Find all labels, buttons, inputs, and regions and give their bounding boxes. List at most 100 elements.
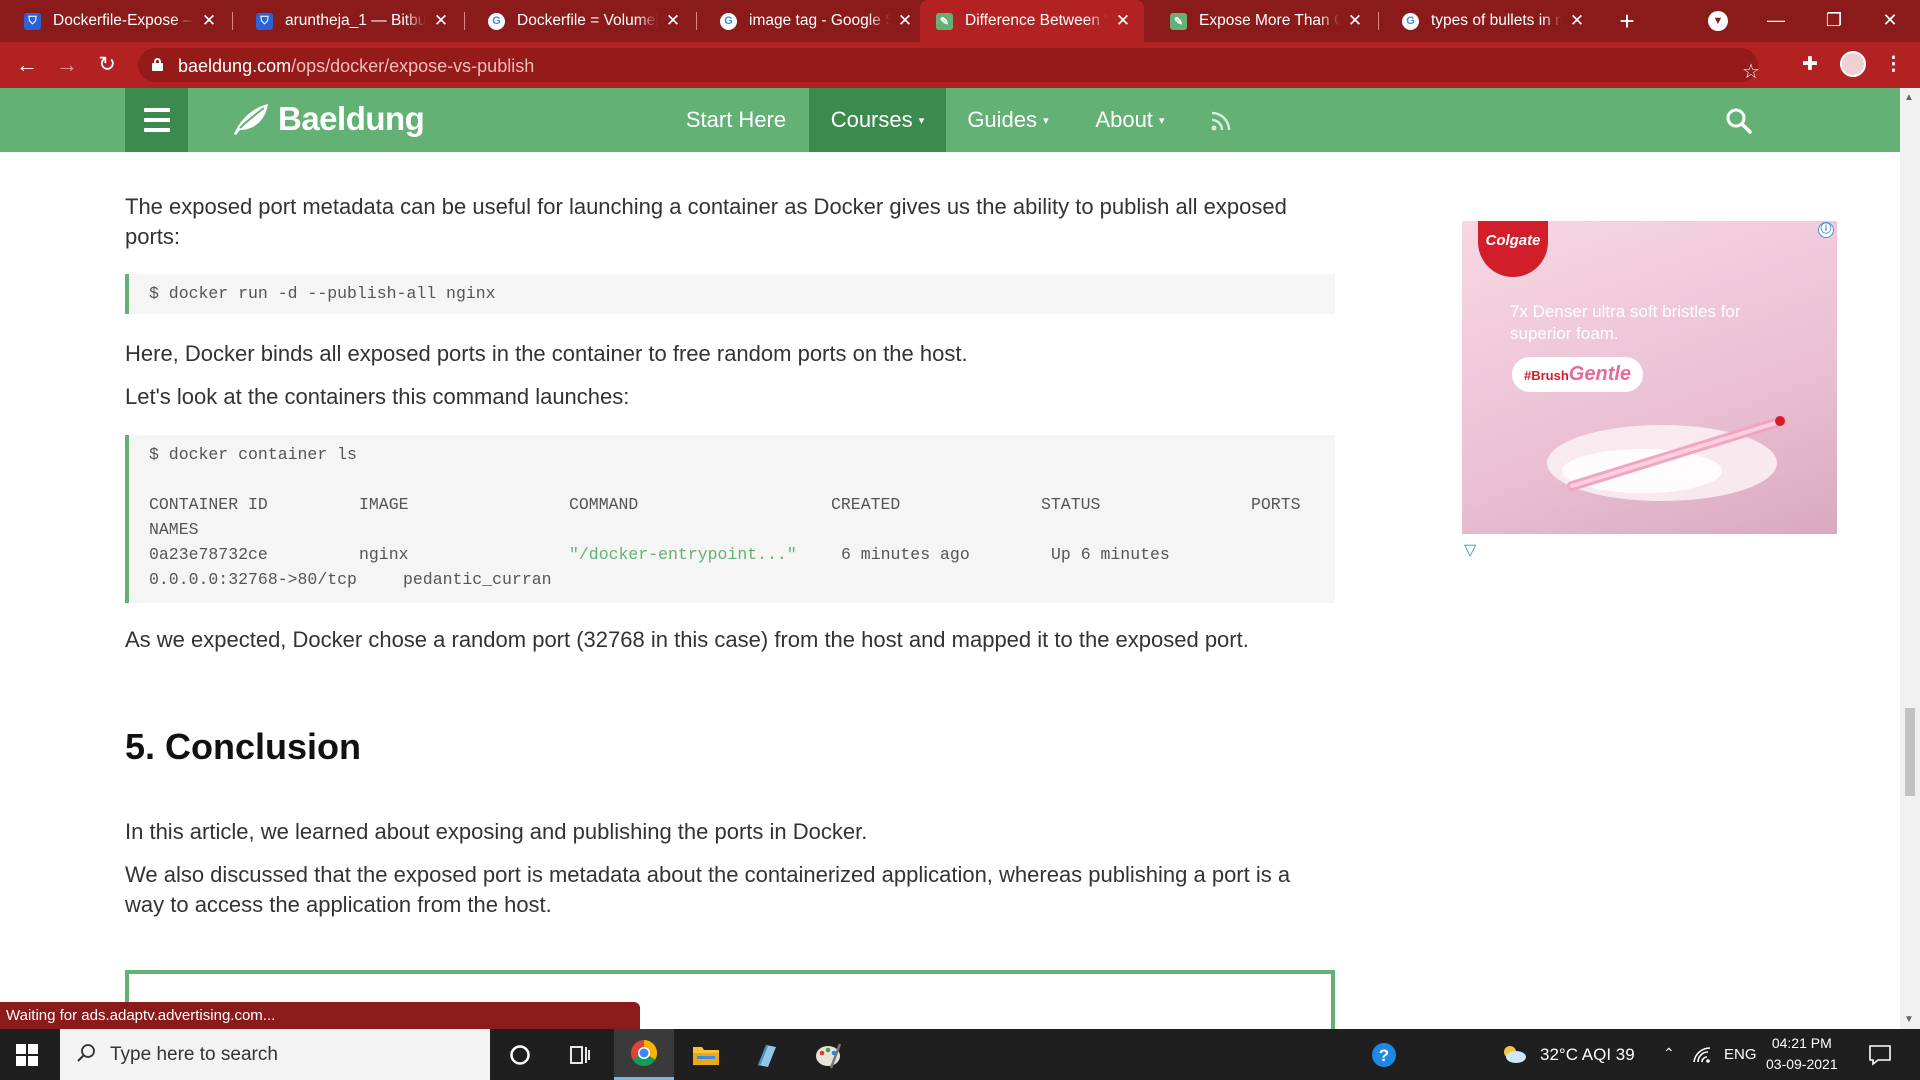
chevron-down-icon: ▾ <box>1159 115 1165 128</box>
tab-title: Expose More Than One <box>1199 12 1340 29</box>
browser-tab[interactable]: ⛉ aruntheja_1 — Bitbucket ✕ <box>232 0 462 42</box>
hamburger-menu-icon[interactable] <box>125 88 188 152</box>
clock-date: 03-09-2021 <box>1766 1056 1838 1072</box>
taskbar-search-placeholder: Type here to search <box>110 1044 278 1065</box>
restore-icon[interactable]: ❐ <box>1806 0 1862 42</box>
code-cell: 0a23e78732ce <box>149 545 268 564</box>
baeldung-leaf-logo-icon[interactable] <box>230 102 270 136</box>
system-clock[interactable]: 04:21 PM 03-09-2021 <box>1766 1033 1838 1075</box>
chevron-up-icon[interactable]: ⌃ <box>1663 1045 1675 1062</box>
ad-hashtag: #BrushGentle <box>1512 357 1644 392</box>
cortana-icon[interactable] <box>490 1029 550 1080</box>
close-tab-icon[interactable]: ✕ <box>1114 11 1132 31</box>
windows-taskbar: Type here to search ? 32°C AQI 39 ⌃ ENG … <box>0 1029 1920 1080</box>
close-tab-icon[interactable]: ✕ <box>432 11 450 31</box>
help-icon[interactable]: ? <box>1354 1029 1414 1080</box>
browser-toolbar: ← → ↻ baeldung.com/ops/docker/expose-vs-… <box>0 42 1920 88</box>
notifications-icon[interactable] <box>1868 1044 1892 1066</box>
section-heading: 5. Conclusion <box>125 726 362 767</box>
code-cell: pedantic_curran <box>403 570 552 589</box>
weather-cloud-icon[interactable] <box>1500 1043 1528 1065</box>
nav-start-here[interactable]: Start Here <box>672 88 800 152</box>
scroll-up-icon[interactable]: ▲ <box>1904 92 1914 103</box>
article-content: The exposed port metadata can be useful … <box>0 152 1900 1029</box>
weather-readout[interactable]: 32°C AQI 39 <box>1540 1045 1635 1065</box>
clock-time: 04:21 PM <box>1771 1035 1832 1051</box>
wifi-icon[interactable] <box>1692 1046 1712 1064</box>
tab-title: Difference Between "expose" <box>965 12 1108 29</box>
browser-tab-strip: ⛉ Dockerfile-Expose — Bitbucket ✕ ⛉ arun… <box>0 0 1920 42</box>
browser-tab[interactable]: ✎ Expose More Than One ✕ <box>1146 0 1376 42</box>
baeldung-icon: ✎ <box>936 12 953 30</box>
scroll-down-icon[interactable]: ▼ <box>1904 1014 1914 1025</box>
tab-title: Dockerfile = Volume[/ <box>517 12 658 29</box>
close-tab-icon[interactable]: ✕ <box>896 11 914 31</box>
search-icon[interactable] <box>1726 108 1752 134</box>
tab-title: aruntheja_1 — Bitbucket <box>285 12 426 29</box>
ad-info-icon[interactable]: ⓘ <box>1818 222 1834 238</box>
rss-icon[interactable] <box>1210 108 1234 132</box>
forward-icon[interactable]: → <box>50 48 84 82</box>
task-view-icon[interactable] <box>550 1029 610 1080</box>
nav-courses[interactable]: Courses ▾ <box>809 88 946 152</box>
code-header-cell: IMAGE <box>359 495 409 514</box>
taskbar-search-box[interactable]: Type here to search <box>60 1029 490 1080</box>
page-scrollbar[interactable]: ▲ ▼ <box>1900 88 1920 1029</box>
ad-headline: 7x Denser ultra soft bristles for superi… <box>1510 302 1741 343</box>
advertisement-banner[interactable]: Colgate 7x Denser ultra soft bristles fo… <box>1462 221 1837 534</box>
close-tab-icon[interactable]: ✕ <box>664 11 682 31</box>
site-logo-text[interactable]: Baeldung <box>278 100 425 138</box>
menu-kebab-icon[interactable]: ⋮ <box>1884 53 1903 76</box>
code-header-cell: PORTS <box>1251 495 1301 514</box>
adchoices-icon[interactable]: ▽ <box>1464 540 1476 560</box>
paragraph: We also discussed that the exposed port … <box>125 862 1291 917</box>
address-bar[interactable]: baeldung.com/ops/docker/expose-vs-publis… <box>138 48 1760 84</box>
new-tab-button[interactable]: + <box>1610 4 1644 38</box>
code-block: $ docker run -d --publish-all nginx <box>125 274 1335 314</box>
app-pinned-icon[interactable] <box>736 1029 796 1080</box>
paragraph: Let's look at the containers this comman… <box>125 384 630 409</box>
windows-start-icon[interactable] <box>16 1044 38 1066</box>
nav-about[interactable]: About ▾ <box>1082 88 1178 152</box>
paint-app-icon[interactable] <box>798 1029 858 1080</box>
browser-tab[interactable]: ⛉ Dockerfile-Expose — Bitbucket ✕ <box>0 0 230 42</box>
close-tab-icon[interactable]: ✕ <box>200 11 218 31</box>
code-cell: Up 6 minutes <box>1051 545 1170 564</box>
close-tab-icon[interactable]: ✕ <box>1346 11 1364 31</box>
browser-tab-active[interactable]: ✎ Difference Between "expose" ✕ <box>920 0 1144 42</box>
chrome-taskbar-icon[interactable] <box>614 1029 674 1080</box>
chevron-down-icon: ▾ <box>918 115 925 128</box>
language-indicator[interactable]: ENG <box>1724 1046 1757 1063</box>
browser-tab[interactable]: G image tag - Google Search ✕ <box>696 0 926 42</box>
google-icon: G <box>720 12 737 30</box>
code-header-cell: CREATED <box>831 495 901 514</box>
close-window-icon[interactable]: ✕ <box>1862 0 1918 42</box>
back-icon[interactable]: ← <box>10 48 44 82</box>
bookmark-star-icon[interactable]: ☆ <box>1742 59 1760 84</box>
tab-search-icon[interactable]: ▼ <box>1708 11 1728 31</box>
browser-tab[interactable]: G types of bullets in ms ✕ <box>1378 0 1598 42</box>
minimize-icon[interactable]: — <box>1748 0 1804 42</box>
extensions-puzzle-icon[interactable]: ✚ <box>1802 53 1818 76</box>
lock-icon <box>152 58 163 71</box>
loading-status-bubble: Waiting for ads.adaptv.advertising.com..… <box>0 1002 640 1029</box>
paragraph: Here, Docker binds all exposed ports in … <box>125 341 968 366</box>
code-line: $ docker container ls <box>149 445 357 464</box>
toothbrush-feather-image <box>1547 416 1787 501</box>
profile-avatar[interactable] <box>1840 51 1866 77</box>
file-explorer-icon[interactable] <box>676 1029 736 1080</box>
scrollbar-thumb[interactable] <box>1905 708 1915 796</box>
close-tab-icon[interactable]: ✕ <box>1568 11 1586 31</box>
colgate-logo: Colgate <box>1478 221 1548 277</box>
code-cell: nginx <box>359 545 409 564</box>
code-string-cell: "/docker-entrypoint..." <box>569 545 797 564</box>
browser-tab[interactable]: G Dockerfile = Volume[/ ✕ <box>464 0 694 42</box>
nav-guides[interactable]: Guides ▾ <box>958 88 1058 152</box>
code-header-cell: CONTAINER ID <box>149 495 268 514</box>
google-icon: G <box>1402 12 1419 30</box>
reload-icon[interactable]: ↻ <box>90 48 124 82</box>
tab-title: image tag - Google Search <box>749 12 890 29</box>
tab-title: Dockerfile-Expose — Bitbucket <box>53 12 194 29</box>
chevron-down-icon: ▾ <box>1043 115 1049 128</box>
search-icon <box>77 1044 95 1062</box>
